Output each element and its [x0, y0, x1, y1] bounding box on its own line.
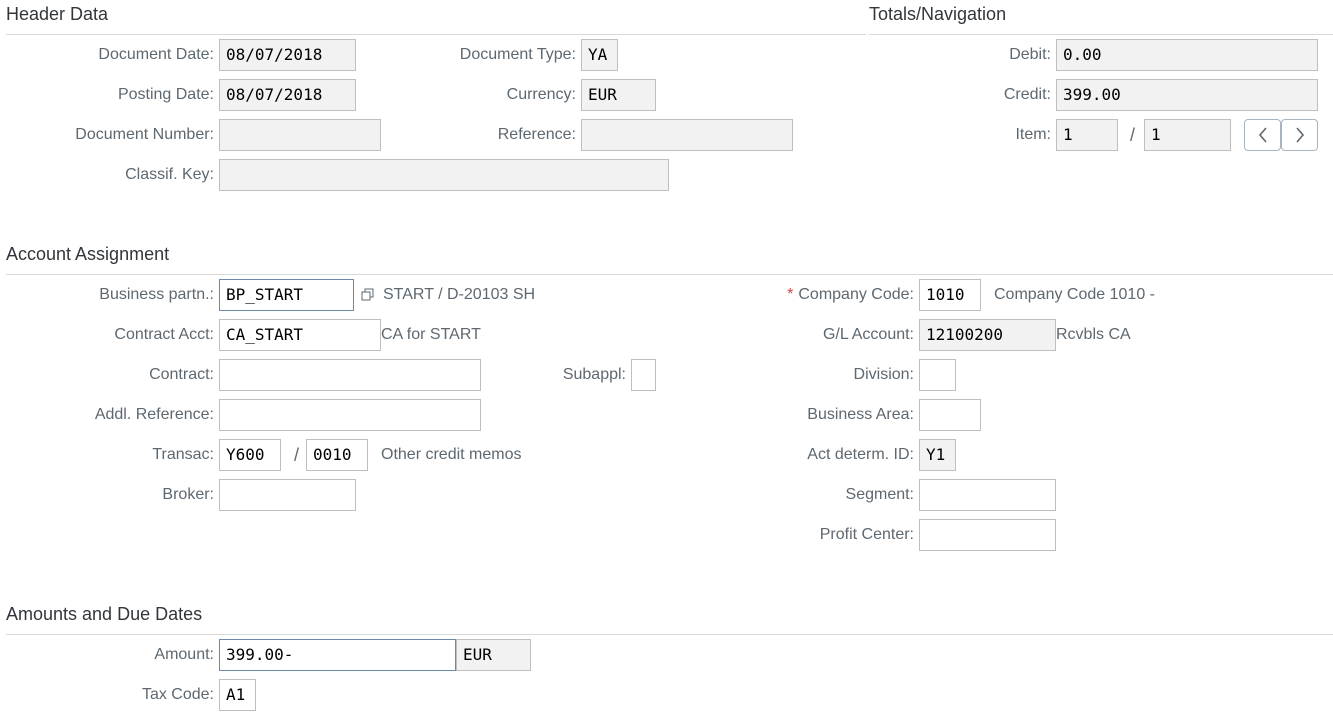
posting-date-field[interactable]: 08/07/2018 [219, 79, 356, 111]
credit-label: Credit: [1003, 86, 1051, 103]
transac-description: Other credit memos [381, 446, 522, 463]
tax-code-label: Tax Code: [141, 686, 214, 703]
business-area-label: Business Area: [807, 406, 914, 423]
currency-label: Currency: [506, 86, 576, 103]
division-label: Division: [853, 366, 914, 383]
reference-field[interactable] [581, 119, 793, 151]
posting-date-label: Posting Date: [117, 86, 214, 103]
amount-label: Amount: [154, 646, 214, 663]
account-assignment-title: Account Assignment [6, 244, 170, 264]
amount-field[interactable]: 399.00- [219, 639, 456, 671]
account-assignment-divider [6, 274, 1333, 275]
chevron-right-icon [1295, 127, 1304, 143]
act-determ-id-label: Act determ. ID: [807, 446, 914, 463]
tax-code-field[interactable]: A1 [219, 679, 256, 711]
debit-field[interactable]: 0.00 [1056, 39, 1318, 71]
document-type-label: Document Type: [459, 46, 576, 63]
next-item-button[interactable] [1281, 119, 1318, 151]
contract-field[interactable] [219, 359, 481, 391]
item-label: Item: [1015, 126, 1051, 143]
addl-reference-field[interactable] [219, 399, 481, 431]
business-partner-field[interactable]: BP_START [219, 279, 354, 311]
previous-item-button[interactable] [1244, 119, 1281, 151]
transac-separator: / [294, 445, 300, 465]
gl-account-label: G/L Account: [822, 326, 914, 343]
totals-navigation-title: Totals/Navigation [869, 4, 1007, 24]
document-date-field[interactable]: 08/07/2018 [219, 39, 356, 71]
header-data-divider [6, 34, 866, 35]
currency-field[interactable]: EUR [581, 79, 656, 111]
amount-currency-field: EUR [456, 639, 531, 671]
transac-label: Transac: [152, 446, 214, 463]
reference-label: Reference: [497, 126, 576, 143]
document-number-label: Document Number: [75, 126, 214, 143]
item-separator: / [1130, 125, 1136, 145]
classif-key-label: Classif. Key: [125, 166, 214, 183]
company-code-label: * Company Code: [600, 279, 914, 311]
document-date-label: Document Date: [98, 46, 214, 63]
business-partner-label: Business partn.: [99, 286, 214, 303]
division-field[interactable] [919, 359, 956, 391]
classif-key-field[interactable] [219, 159, 669, 191]
transac-main-field[interactable]: Y600 [219, 439, 281, 471]
header-data-title: Header Data [6, 4, 109, 24]
gl-account-description: Rcvbls CA [1056, 326, 1131, 343]
document-type-field[interactable]: YA [581, 39, 618, 71]
contract-label: Contract: [149, 366, 214, 383]
profit-center-field[interactable] [919, 519, 1056, 551]
company-code-field[interactable]: 1010 [919, 279, 981, 311]
company-code-description: Company Code 1010 - [994, 286, 1155, 303]
broker-field[interactable] [219, 479, 356, 511]
amounts-due-dates-divider [6, 634, 1333, 635]
broker-label: Broker: [162, 486, 214, 503]
addl-reference-label: Addl. Reference: [94, 406, 214, 423]
item-field[interactable]: 1 [1056, 119, 1118, 151]
segment-field[interactable] [919, 479, 1056, 511]
business-area-field[interactable] [919, 399, 981, 431]
act-determ-id-field[interactable]: Y1 [919, 439, 956, 471]
gl-account-field[interactable]: 12100200 [919, 319, 1056, 351]
chevron-left-icon [1258, 127, 1267, 143]
value-help-icon[interactable] [361, 288, 375, 302]
company-code-label-text: Company Code: [798, 286, 914, 303]
required-marker: * [787, 286, 794, 303]
contract-acct-description: CA for START [381, 326, 481, 343]
item-total-field: 1 [1144, 119, 1231, 151]
profit-center-label: Profit Center: [819, 526, 914, 543]
amounts-due-dates-title: Amounts and Due Dates [6, 604, 203, 624]
segment-label: Segment: [845, 486, 914, 503]
document-number-field[interactable] [219, 119, 381, 151]
contract-acct-field[interactable]: CA_START [219, 319, 381, 351]
credit-field[interactable]: 399.00 [1056, 79, 1318, 111]
totals-navigation-divider [869, 34, 1333, 35]
transac-sub-field[interactable]: 0010 [306, 439, 368, 471]
business-partner-description: START / D-20103 SH [383, 286, 536, 303]
contract-acct-label: Contract Acct: [114, 326, 214, 343]
debit-label: Debit: [1009, 46, 1051, 63]
